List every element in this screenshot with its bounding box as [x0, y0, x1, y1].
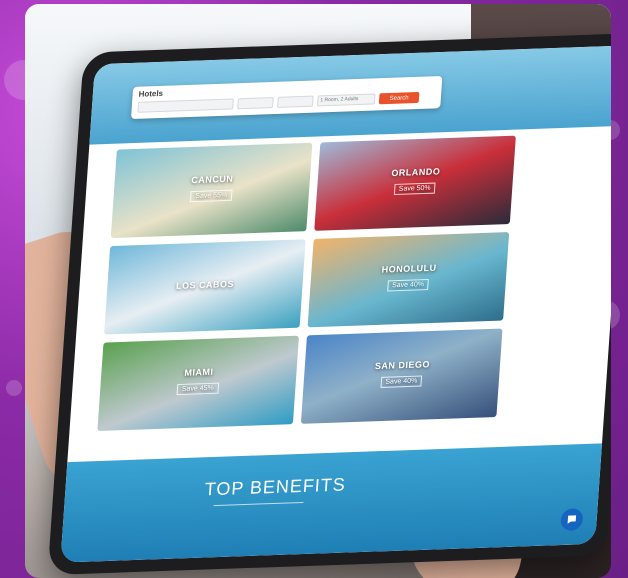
destination-input[interactable]: [137, 98, 234, 113]
hero-banner: Hotels 1 Room, 2 Adults Search: [89, 45, 611, 145]
destination-tile-miami[interactable]: MIAMI Save 45%: [97, 335, 300, 431]
destination-save: Save 55%: [189, 189, 233, 203]
guests-select[interactable]: 1 Room, 2 Adults: [316, 93, 376, 107]
tablet-screen: Hotels 1 Room, 2 Adults Search CANCUN Sa…: [60, 45, 611, 563]
destination-city: LOS CABOS: [175, 279, 235, 292]
bokeh-light: [6, 380, 22, 396]
destination-city: ORLANDO: [391, 166, 441, 179]
destination-save: Save 50%: [393, 182, 436, 196]
destination-tile-cancun[interactable]: CANCUN Save 55%: [110, 142, 313, 239]
chat-bubble-icon[interactable]: [560, 508, 584, 532]
top-benefits-section: TOP BENEFITS: [60, 443, 603, 563]
destination-city: SAN DIEGO: [374, 359, 431, 372]
destination-save: Save 40%: [386, 279, 430, 292]
title-underline: [213, 501, 304, 507]
search-button[interactable]: Search: [378, 91, 420, 105]
checkout-input[interactable]: [277, 95, 314, 108]
benefits-title: TOP BENEFITS: [204, 474, 347, 500]
checkin-input[interactable]: [237, 96, 274, 110]
destination-city: HONOLULU: [381, 262, 437, 275]
tablet-device: Hotels 1 Room, 2 Adults Search CANCUN Sa…: [47, 32, 611, 576]
destination-grid: CANCUN Save 55% ORLANDO Save 50% LOS CAB…: [97, 135, 516, 431]
destination-tile-san-diego[interactable]: SAN DIEGO Save 40%: [300, 328, 503, 424]
hotel-search-bar: Hotels 1 Room, 2 Adults Search: [130, 76, 443, 120]
destination-city: MIAMI: [184, 366, 214, 379]
destination-tile-honolulu[interactable]: HONOLULU Save 40%: [307, 232, 510, 328]
destination-tile-los-cabos[interactable]: LOS CABOS: [104, 239, 306, 335]
destination-city: CANCUN: [191, 173, 234, 186]
destination-save: Save 40%: [379, 375, 423, 389]
tablet-photo: Hotels 1 Room, 2 Adults Search CANCUN Sa…: [25, 4, 611, 578]
destination-save: Save 45%: [176, 382, 220, 396]
destination-tile-orlando[interactable]: ORLANDO Save 50%: [314, 135, 516, 231]
